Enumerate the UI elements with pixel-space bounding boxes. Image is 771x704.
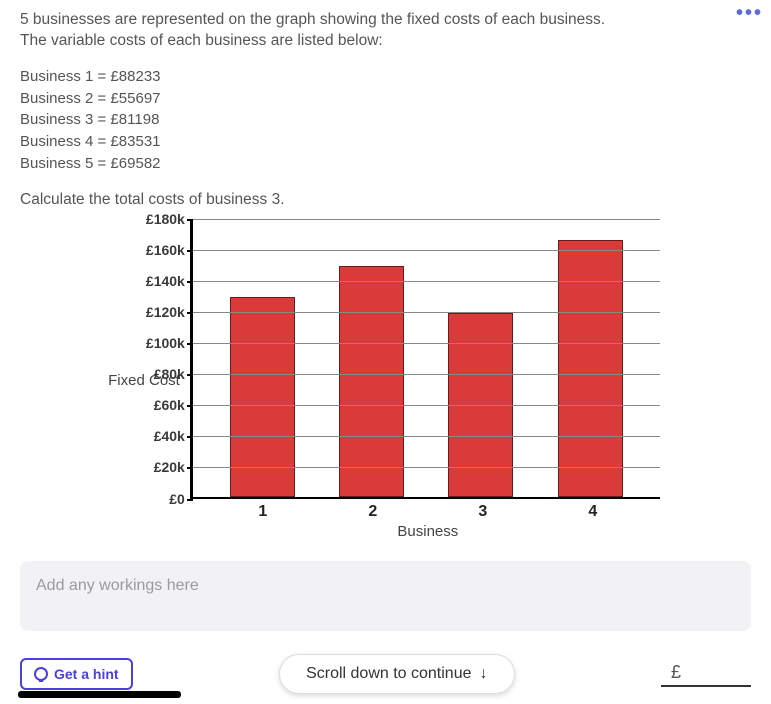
list-item: Business 3 = £81198 bbox=[20, 109, 751, 131]
arrow-down-icon: ↓ bbox=[480, 665, 488, 683]
y-tick-label: £0 bbox=[169, 491, 193, 507]
grid-line bbox=[193, 281, 660, 282]
grid-line bbox=[193, 250, 660, 251]
get-hint-button[interactable]: Get a hint bbox=[20, 658, 133, 690]
y-tick-label: £120k bbox=[146, 304, 193, 320]
grid-line bbox=[193, 374, 660, 375]
list-item: Business 1 = £88233 bbox=[20, 66, 751, 88]
y-tick-label: £140k bbox=[146, 273, 193, 289]
x-tick-label: 2 bbox=[340, 499, 405, 521]
list-item: Business 4 = £83531 bbox=[20, 131, 751, 153]
x-tick-label: 4 bbox=[560, 499, 625, 521]
workings-input[interactable]: Add any workings here bbox=[20, 561, 751, 631]
x-tick-label: 3 bbox=[450, 499, 515, 521]
scroll-down-button[interactable]: Scroll down to continue ↓ bbox=[279, 654, 514, 694]
question-page: ••• 5 businesses are represented on the … bbox=[0, 0, 771, 704]
bar bbox=[339, 266, 404, 496]
bar-group bbox=[193, 219, 660, 497]
footer-bar: Get a hint Scroll down to continue ↓ £ bbox=[0, 654, 771, 694]
x-tick-label: 1 bbox=[230, 499, 295, 521]
y-tick-label: £100k bbox=[146, 335, 193, 351]
calculation-prompt: Calculate the total costs of business 3. bbox=[20, 191, 751, 209]
bar-chart: £0£20k£40k£60k£80k£100k£120k£140k£160k£1… bbox=[190, 219, 663, 543]
hint-button-label: Get a hint bbox=[54, 666, 119, 682]
y-tick-label: £160k bbox=[146, 242, 193, 258]
y-tick-label: £180k bbox=[146, 211, 193, 227]
question-intro: 5 businesses are represented on the grap… bbox=[20, 10, 751, 52]
lightbulb-icon bbox=[34, 667, 48, 681]
y-tick-label: £80k bbox=[154, 366, 193, 382]
grid-line bbox=[193, 436, 660, 437]
grid-line bbox=[193, 405, 660, 406]
currency-prefix: £ bbox=[671, 662, 681, 682]
x-tick-labels: 1 2 3 4 bbox=[193, 499, 663, 521]
intro-line-2: The variable costs of each business are … bbox=[20, 31, 751, 52]
list-item: Business 5 = £69582 bbox=[20, 153, 751, 175]
grid-line bbox=[193, 312, 660, 313]
bar bbox=[558, 240, 623, 497]
grid-line bbox=[193, 343, 660, 344]
grid-line bbox=[193, 467, 660, 468]
scroll-label: Scroll down to continue bbox=[306, 665, 471, 683]
answer-field[interactable]: £ bbox=[661, 662, 751, 687]
x-axis: 1 2 3 4 Business bbox=[193, 499, 663, 543]
grid-line bbox=[193, 219, 660, 220]
list-item: Business 2 = £55697 bbox=[20, 88, 751, 110]
chart-container: Fixed Cost £0£20k£40k£60k£80k£100k£120k£… bbox=[20, 219, 751, 543]
y-tick-label: £40k bbox=[154, 428, 193, 444]
plot-area: £0£20k£40k£60k£80k£100k£120k£140k£160k£1… bbox=[190, 219, 660, 499]
intro-line-1: 5 businesses are represented on the grap… bbox=[20, 10, 751, 31]
variable-cost-list: Business 1 = £88233 Business 2 = £55697 … bbox=[20, 66, 751, 175]
y-tick-label: £20k bbox=[154, 459, 193, 475]
more-options-icon[interactable]: ••• bbox=[736, 2, 763, 25]
x-axis-label: Business bbox=[193, 523, 663, 540]
y-tick-label: £60k bbox=[154, 397, 193, 413]
